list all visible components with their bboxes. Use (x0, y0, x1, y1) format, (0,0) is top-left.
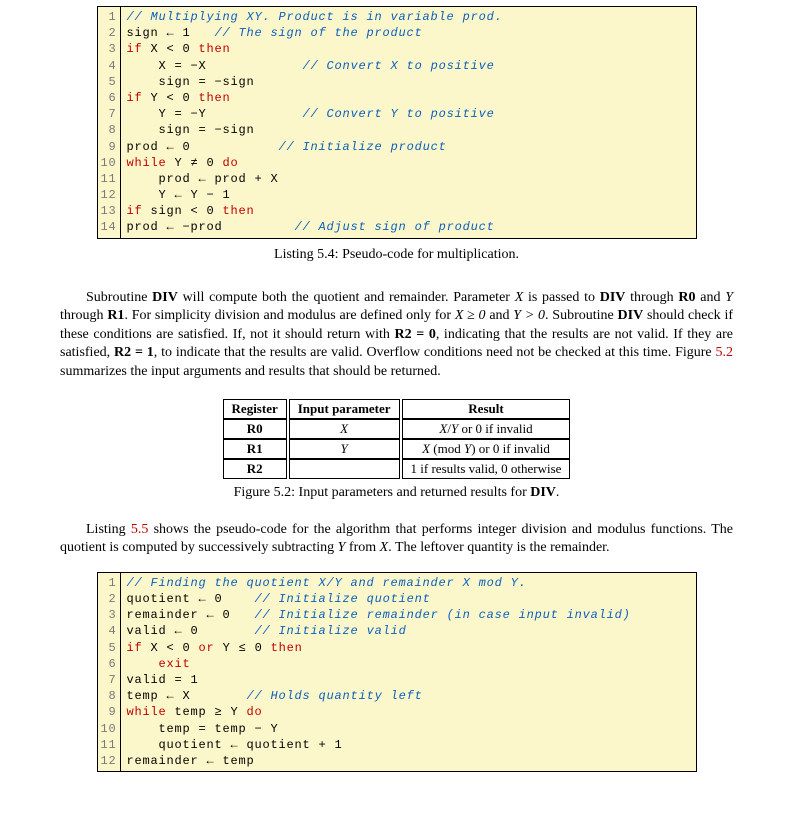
cell-in (289, 459, 400, 479)
text-bold: DIV (530, 485, 556, 500)
text: Subroutine (86, 290, 152, 305)
listing-5-5: 123456789101112 // Finding the quotient … (97, 572, 697, 772)
register-table: Register Input parameter Result R0 X X/Y… (223, 399, 571, 479)
paragraph-div-description: Subroutine DIV will compute both the quo… (60, 289, 733, 381)
listing-5-5-code: // Finding the quotient X/Y and remainde… (121, 573, 637, 771)
text: will compute both the quotient and remai… (178, 290, 515, 305)
text: . Subroutine (545, 308, 617, 323)
listing-5-4-gutter: 1234567891011121314 (98, 7, 121, 238)
register-r0: R0 (678, 290, 695, 305)
register-r2-zero: R2 = 0 (395, 327, 436, 342)
page: 1234567891011121314 // Multiplying XY. P… (0, 0, 793, 792)
cell-reg: R0 (247, 421, 263, 436)
variable-x: X (515, 290, 524, 305)
text: . For simplicity division and modulus ar… (124, 308, 454, 323)
figure-5-2-caption: Figure 5.2: Input parameters and returne… (60, 485, 733, 501)
table-row: R0 X X/Y or 0 if invalid (223, 419, 571, 439)
text: , to indicate that the results are valid… (154, 345, 716, 360)
cell-reg: R2 (247, 461, 263, 476)
text-bold: DIV (152, 290, 178, 305)
text: Listing (86, 522, 131, 537)
register-r2-one: R2 = 1 (114, 345, 154, 360)
listing-5-4-code: // Multiplying XY. Product is in variabl… (121, 7, 509, 238)
text: from (345, 540, 379, 555)
listing-5-4-caption: Listing 5.4: Pseudo-code for multiplicat… (97, 247, 697, 263)
text: through (625, 290, 678, 305)
variable-x: X (380, 540, 389, 555)
table-row: R2 1 if results valid, 0 otherwise (223, 459, 571, 479)
text: . (556, 485, 560, 500)
text-bold: DIV (600, 290, 626, 305)
text: through (60, 308, 107, 323)
listing-5-5-gutter: 123456789101112 (98, 573, 121, 771)
cell-in: X (340, 421, 348, 436)
text: and (486, 308, 514, 323)
text-bold: DIV (618, 308, 644, 323)
variable-y: Y (725, 290, 733, 305)
cell-out: X (mod Y) or 0 if invalid (402, 439, 571, 459)
table-header-row: Register Input parameter Result (223, 399, 571, 419)
listing-5-5-box: 123456789101112 // Finding the quotient … (97, 572, 697, 772)
header-register: Register (223, 399, 287, 419)
text: . The leftover quantity is the remainder… (388, 540, 609, 555)
cell-reg: R1 (247, 441, 263, 456)
table-row: R1 Y X (mod Y) or 0 if invalid (223, 439, 571, 459)
text: and (696, 290, 726, 305)
cell-out: 1 if results valid, 0 otherwise (402, 459, 571, 479)
figure-ref-5-2: 5.2 (716, 345, 734, 360)
condition: Y > 0 (513, 308, 545, 323)
condition: X ≥ 0 (455, 308, 486, 323)
text: Figure 5.2: Input parameters and returne… (234, 485, 531, 500)
paragraph-listing-5-5-intro: Listing 5.5 shows the pseudo-code for th… (60, 521, 733, 558)
listing-5-4: 1234567891011121314 // Multiplying XY. P… (97, 6, 697, 263)
header-input: Input parameter (289, 399, 400, 419)
cell-out: X/Y or 0 if invalid (402, 419, 571, 439)
listing-ref-5-5: 5.5 (131, 522, 149, 537)
text: summarizes the input arguments and resul… (60, 364, 441, 379)
register-r1: R1 (107, 308, 124, 323)
cell-in: Y (341, 441, 348, 456)
text: is passed to (523, 290, 599, 305)
listing-5-4-box: 1234567891011121314 // Multiplying XY. P… (97, 6, 697, 239)
header-result: Result (402, 399, 571, 419)
figure-5-2-table: Register Input parameter Result R0 X X/Y… (60, 399, 733, 479)
